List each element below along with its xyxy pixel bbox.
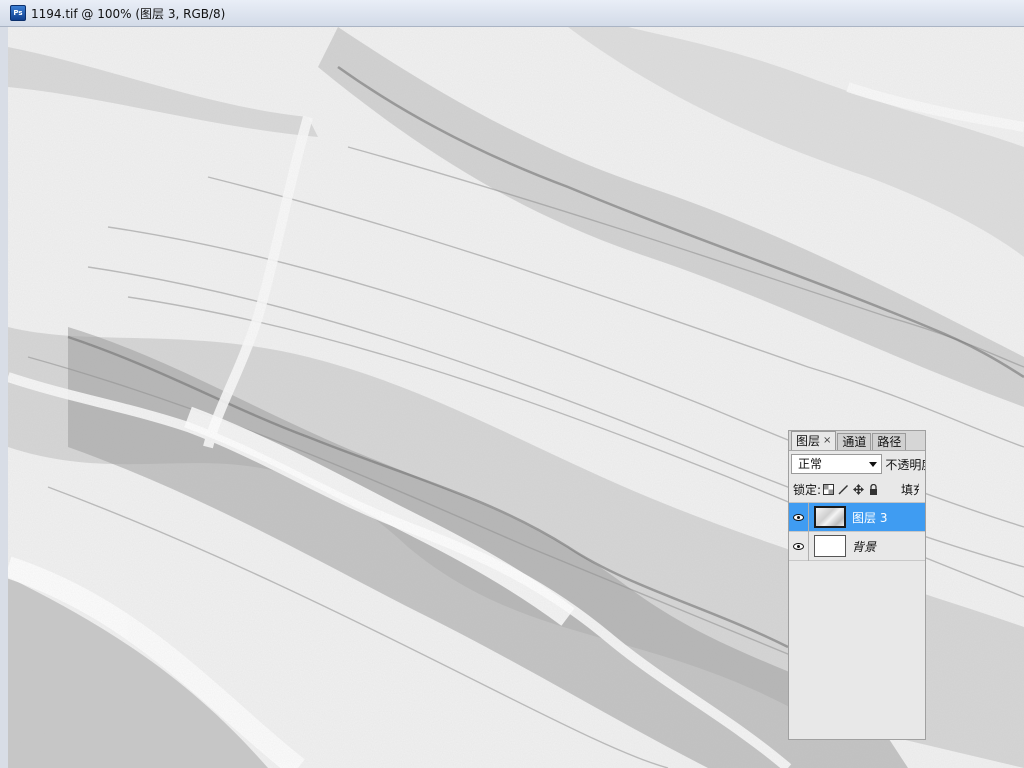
tab-channels[interactable]: 通道 <box>837 433 872 450</box>
tab-layers-label: 图层 <box>796 434 821 448</box>
blend-mode-row: 正常 不透明度 <box>789 451 925 477</box>
blend-mode-select[interactable]: 正常 <box>791 454 883 474</box>
lock-paint-icon[interactable] <box>838 484 849 495</box>
lock-label: 锁定: <box>793 483 822 497</box>
eye-icon[interactable] <box>789 531 809 561</box>
lock-move-icon[interactable] <box>853 484 865 495</box>
fill-label: 填充 <box>901 483 919 497</box>
tab-paths-label: 路径 <box>877 435 902 449</box>
layer-row-layer3[interactable]: 图层 3 <box>789 502 925 532</box>
lock-all-icon[interactable] <box>868 484 879 495</box>
panel-tab-bar: 图层 × 通道 路径 <box>789 431 925 451</box>
tab-layers[interactable]: 图层 × <box>791 431 837 450</box>
tab-paths[interactable]: 路径 <box>872 433 907 450</box>
blend-mode-value: 正常 <box>798 457 823 471</box>
layer-thumbnail <box>814 506 846 528</box>
chevron-down-icon <box>869 462 878 467</box>
lock-row: 锁定: 填充 <box>789 477 925 503</box>
eye-icon[interactable] <box>789 502 809 532</box>
opacity-label: 不透明度 <box>885 457 925 472</box>
document-title: 1194.tif @ 100% (图层 3, RGB/8) <box>31 6 226 21</box>
layer-row-background[interactable]: 背景 <box>789 531 925 561</box>
lock-transparent-icon[interactable] <box>823 484 835 495</box>
layer-thumbnail <box>814 535 846 557</box>
window-title-bar[interactable]: Ps 1194.tif @ 100% (图层 3, RGB/8) <box>0 0 1024 27</box>
layer-name: 图层 3 <box>852 510 888 525</box>
photoshop-icon: Ps <box>10 5 26 21</box>
tab-channels-label: 通道 <box>842 435 867 449</box>
layer-name: 背景 <box>852 539 877 554</box>
layers-panel[interactable]: 图层 × 通道 路径 正常 不透明度 锁定: <box>788 430 926 740</box>
close-icon[interactable]: × <box>823 433 831 449</box>
